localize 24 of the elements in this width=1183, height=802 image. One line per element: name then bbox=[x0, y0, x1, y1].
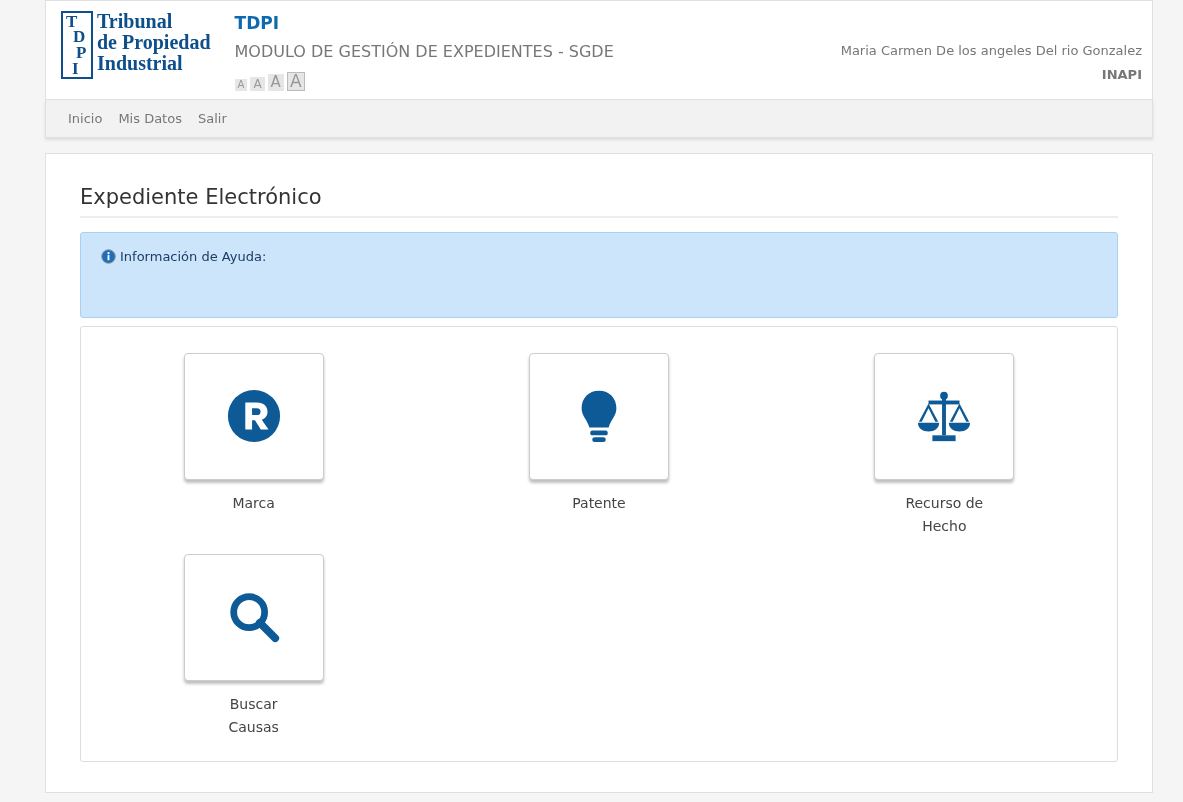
tile-button[interactable] bbox=[874, 352, 1015, 480]
tile-label: Marca bbox=[231, 493, 276, 513]
help-text: Información de Ayuda: bbox=[120, 247, 267, 266]
user-name: Maria Carmen De los angeles Del rio Gonzalez bbox=[840, 42, 1142, 60]
font-size-button[interactable]: A bbox=[250, 76, 265, 91]
tile-label: Patente bbox=[571, 493, 627, 513]
tile-label: Buscar Causas bbox=[227, 694, 280, 737]
organization-name: INAPI bbox=[1100, 65, 1142, 84]
font-size-button[interactable]: A bbox=[286, 71, 305, 91]
page-title: Expediente Electrónico bbox=[80, 182, 1118, 218]
tile-button[interactable] bbox=[183, 352, 324, 480]
app-subtitle: MODULO DE GESTIÓN DE EXPEDIENTES - SGDE bbox=[234, 40, 614, 63]
logo-text: Tribunal de Propiedad Industrial bbox=[97, 11, 211, 74]
logo-mark: T D P I bbox=[61, 11, 93, 79]
font-size-button[interactable]: A bbox=[267, 73, 284, 91]
nav-link[interactable]: Inicio bbox=[68, 108, 103, 129]
tile-button[interactable] bbox=[183, 553, 324, 681]
nav-link[interactable]: Salir bbox=[197, 108, 227, 129]
info-icon bbox=[101, 248, 116, 264]
tile-label: Recurso de Hecho bbox=[904, 493, 985, 536]
tile-button[interactable] bbox=[529, 352, 669, 480]
font-size-button[interactable]: A bbox=[234, 78, 248, 91]
app-name: TDPI bbox=[234, 12, 281, 35]
nav-link[interactable]: Mis Datos bbox=[118, 108, 182, 129]
